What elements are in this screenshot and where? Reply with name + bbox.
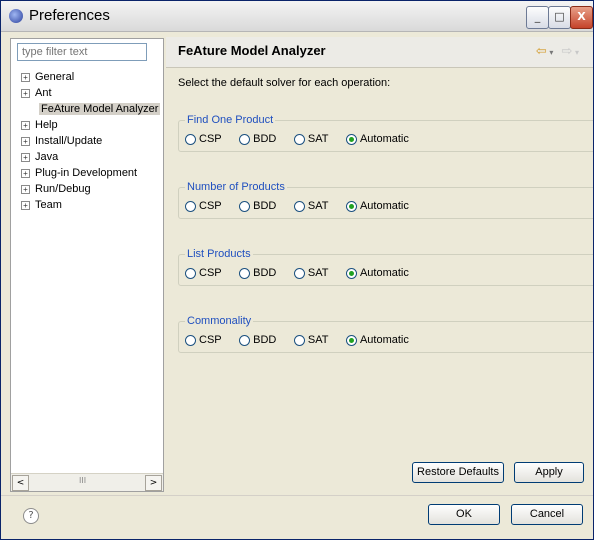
radio-icon bbox=[293, 334, 305, 346]
radio-icon bbox=[185, 200, 196, 212]
close-button[interactable]: X bbox=[570, 6, 593, 29]
scroll-left-button[interactable]: < bbox=[12, 475, 29, 491]
forward-arrow-icon[interactable]: ⇨ bbox=[562, 44, 573, 59]
sat-radio[interactable]: SAT bbox=[293, 133, 328, 145]
group-label: List Products bbox=[187, 248, 251, 260]
sat-radio[interactable]: SAT bbox=[293, 334, 328, 346]
tree-item-label: General bbox=[35, 71, 75, 83]
radio-checked-icon bbox=[345, 267, 357, 279]
group-label: Number of Products bbox=[187, 181, 285, 193]
tree-item-java[interactable]: + Java bbox=[21, 149, 58, 165]
radio-icon bbox=[185, 334, 196, 346]
title-bar[interactable]: Preferences _ □ X bbox=[1, 1, 593, 32]
radio-icon bbox=[185, 133, 196, 145]
sat-radio[interactable]: SAT bbox=[293, 200, 328, 212]
csp-radio[interactable]: CSP bbox=[185, 200, 222, 212]
scroll-right-button[interactable]: > bbox=[145, 475, 162, 491]
cancel-button[interactable]: Cancel bbox=[511, 504, 583, 525]
window-title: Preferences bbox=[29, 7, 110, 24]
tree-item-label: Help bbox=[35, 119, 58, 131]
expand-icon[interactable]: + bbox=[21, 200, 30, 210]
tree-item-label: Ant bbox=[35, 87, 52, 99]
preference-page: FeAture Model Analyzer ⇦ ▾ ⇨ ▾ Select th… bbox=[166, 37, 593, 492]
tree-item-label: Run/Debug bbox=[35, 183, 91, 195]
sat-radio[interactable]: SAT bbox=[293, 267, 328, 279]
ok-button[interactable]: OK bbox=[428, 504, 500, 525]
expand-icon[interactable]: + bbox=[21, 120, 30, 130]
expand-icon[interactable]: + bbox=[21, 152, 30, 162]
back-arrow-icon[interactable]: ⇦ bbox=[536, 44, 547, 59]
number-of-products-group: Number of Products CSP BDD SAT Automatic bbox=[178, 181, 593, 219]
csp-radio[interactable]: CSP bbox=[185, 334, 222, 346]
group-label: Commonality bbox=[187, 315, 252, 327]
history-navigation: ⇦ ▾ ⇨ ▾ bbox=[535, 44, 579, 59]
tree-item-plugin-development[interactable]: + Plug-in Development bbox=[21, 165, 137, 181]
bdd-radio[interactable]: BDD bbox=[239, 267, 276, 279]
radio-icon bbox=[293, 267, 305, 279]
radio-icon bbox=[239, 267, 251, 279]
expand-icon[interactable]: + bbox=[21, 136, 30, 146]
bdd-radio[interactable]: BDD bbox=[239, 200, 276, 212]
tree-item-team[interactable]: + Team bbox=[21, 197, 62, 213]
radio-icon bbox=[239, 200, 251, 212]
automatic-radio[interactable]: Automatic bbox=[345, 267, 409, 279]
page-header: FeAture Model Analyzer ⇦ ▾ ⇨ ▾ bbox=[166, 37, 593, 68]
tree-item-label: Plug-in Development bbox=[35, 167, 138, 179]
filter-input[interactable] bbox=[17, 43, 147, 61]
maximize-button[interactable]: □ bbox=[548, 6, 571, 29]
eclipse-logo-icon bbox=[9, 9, 23, 23]
tree-item-run-debug[interactable]: + Run/Debug bbox=[21, 181, 91, 197]
tree-item-label: FeAture Model Analyzer bbox=[39, 103, 161, 115]
tree-item-feature-model-analyzer[interactable]: FeAture Model Analyzer bbox=[21, 101, 161, 117]
horizontal-scrollbar[interactable]: < III > bbox=[11, 473, 163, 491]
find-one-product-group: Find One Product CSP BDD SAT Automatic bbox=[178, 114, 593, 152]
bdd-radio[interactable]: BDD bbox=[239, 133, 276, 145]
restore-defaults-button[interactable]: Restore Defaults bbox=[412, 462, 504, 483]
preference-tree-pane: + General + Ant FeAture Model Analyzer + He… bbox=[10, 38, 164, 492]
tree-item-help[interactable]: + Help bbox=[21, 117, 58, 133]
expand-icon[interactable]: + bbox=[21, 72, 30, 82]
divider bbox=[1, 495, 593, 496]
tree-item-general[interactable]: + General bbox=[21, 69, 74, 85]
list-products-group: List Products CSP BDD SAT Automatic bbox=[178, 248, 593, 286]
expand-icon[interactable]: + bbox=[21, 168, 30, 178]
tree-item-label: Team bbox=[35, 199, 62, 211]
scroll-grip-icon: III bbox=[79, 476, 87, 485]
automatic-radio[interactable]: Automatic bbox=[345, 200, 409, 212]
radio-icon bbox=[293, 133, 305, 145]
help-icon[interactable]: ? bbox=[23, 508, 39, 524]
commonality-group: Commonality CSP BDD SAT Automatic bbox=[178, 315, 593, 353]
expand-icon[interactable]: + bbox=[21, 184, 30, 194]
radio-checked-icon bbox=[345, 133, 357, 145]
radio-icon bbox=[293, 200, 305, 212]
automatic-radio[interactable]: Automatic bbox=[345, 334, 409, 346]
apply-button[interactable]: Apply bbox=[514, 462, 584, 483]
radio-icon bbox=[239, 133, 251, 145]
group-label: Find One Product bbox=[187, 114, 274, 126]
automatic-radio[interactable]: Automatic bbox=[345, 133, 409, 145]
tree-item-install-update[interactable]: + Install/Update bbox=[21, 133, 102, 149]
minimize-button[interactable]: _ bbox=[526, 6, 549, 29]
radio-checked-icon bbox=[345, 200, 357, 212]
bdd-radio[interactable]: BDD bbox=[239, 334, 276, 346]
tree-item-ant[interactable]: + Ant bbox=[21, 85, 52, 101]
tree-item-label: Java bbox=[35, 151, 59, 163]
csp-radio[interactable]: CSP bbox=[185, 133, 222, 145]
expand-icon[interactable]: + bbox=[21, 88, 30, 98]
radio-icon bbox=[239, 334, 251, 346]
page-description: Select the default solver for each opera… bbox=[178, 77, 391, 89]
csp-radio[interactable]: CSP bbox=[185, 267, 222, 279]
tree-item-label: Install/Update bbox=[35, 135, 103, 147]
radio-icon bbox=[185, 267, 196, 279]
preferences-window: Preferences _ □ X + General + Ant FeAture … bbox=[0, 0, 594, 540]
radio-checked-icon bbox=[345, 334, 357, 346]
page-title: FeAture Model Analyzer bbox=[178, 43, 326, 58]
